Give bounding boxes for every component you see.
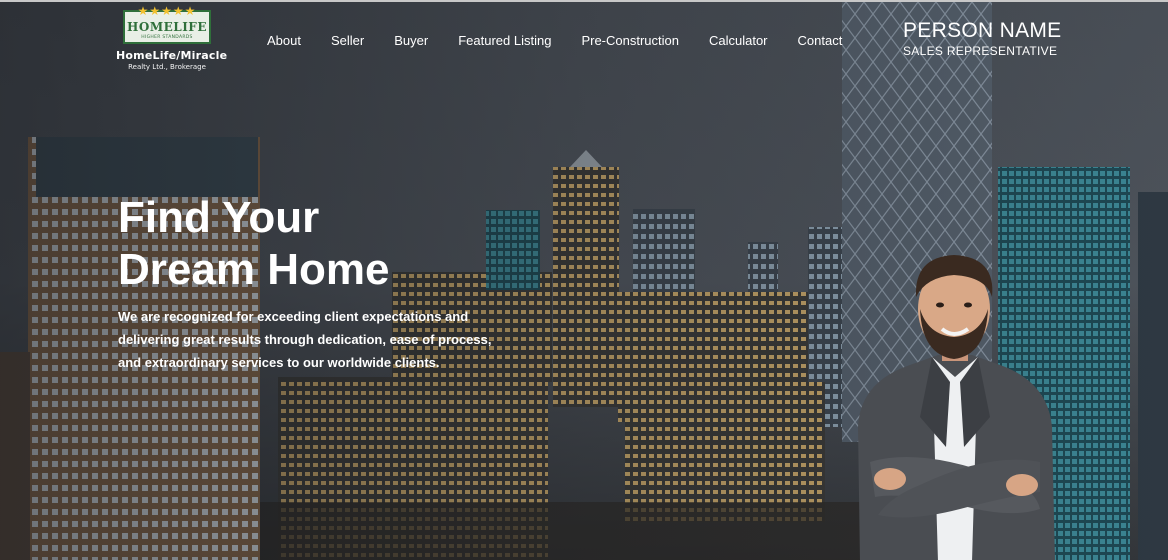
agent-info: PERSON NAME SALES REPRESENTATIVE (903, 19, 1062, 58)
description-line-3: and extraordinary services to our worldw… (118, 355, 440, 370)
nav-about[interactable]: About (267, 33, 301, 48)
description-line-2: delivering great results through dedicat… (118, 332, 492, 347)
description-line-1: We are recognized for exceeding client e… (118, 309, 469, 324)
logo-tagline: HIGHER STANDARDS (141, 35, 193, 40)
company-name: HomeLife/Miracle (116, 49, 228, 62)
hero-section: ★★★★★ HOMELIFE HIGHER STANDARDS HomeLife… (0, 0, 1168, 560)
nav-seller[interactable]: Seller (331, 33, 364, 48)
logo-badge: ★★★★★ HOMELIFE HIGHER STANDARDS (123, 5, 211, 44)
main-nav: About Seller Buyer Featured Listing Pre-… (267, 33, 872, 48)
headline-line-1: Find Your (118, 193, 320, 242)
agent-title: SALES REPRESENTATIVE (903, 44, 1058, 58)
logo-wordmark: HOMELIFE (127, 20, 207, 34)
nav-pre-construction[interactable]: Pre-Construction (581, 33, 679, 48)
company-subtitle: Realty Ltd., Brokerage (128, 63, 206, 71)
nav-contact[interactable]: Contact (798, 33, 843, 48)
nav-calculator[interactable]: Calculator (709, 33, 768, 48)
hero-description: We are recognized for exceeding client e… (118, 305, 518, 374)
logo-stars-icon: ★★★★★ (137, 4, 197, 18)
nav-featured-listing[interactable]: Featured Listing (458, 33, 551, 48)
hero-headline: Find Your Dream Home (118, 192, 389, 296)
nav-buyer[interactable]: Buyer (394, 33, 428, 48)
brand-logo[interactable]: ★★★★★ HOMELIFE HIGHER STANDARDS HomeLife… (116, 5, 228, 71)
agent-portrait (858, 255, 1055, 560)
headline-line-2: Dream Home (118, 245, 390, 294)
agent-name: PERSON NAME (903, 19, 1062, 42)
